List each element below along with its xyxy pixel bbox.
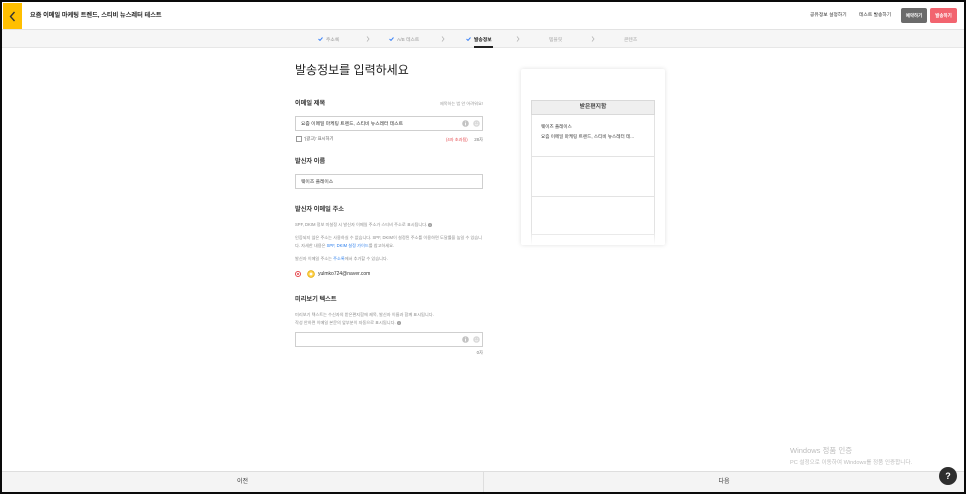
sender-name-input[interactable] xyxy=(295,174,483,189)
subject-tips-link[interactable]: 제목하는 법 안 어려워요! xyxy=(383,101,483,107)
inbox-message-row: 웨이즈 플레이스 요즘 이메일 마케팅 트렌드, 스티비 뉴스레터 테... xyxy=(531,115,655,157)
share-settings-link[interactable]: 공유정보 설정하기 xyxy=(810,11,847,21)
windows-activation-title: Windows 정품 인증 xyxy=(790,446,853,455)
preview-text-description-line2: 작성 안하면 이메일 본문의 앞부분이 자동으로 표시됩니다. xyxy=(295,319,483,327)
step-label: 주소록 xyxy=(326,37,340,43)
back-button[interactable] xyxy=(3,3,22,29)
check-icon xyxy=(389,37,394,41)
inbox-preview-card: 받은편지함 웨이즈 플레이스 요즘 이메일 마케팅 트렌드, 스티비 뉴스레터 … xyxy=(521,69,665,245)
check-icon xyxy=(466,37,471,41)
step-label: 템플릿 xyxy=(549,37,563,43)
preview-text-char-count: 0자 xyxy=(476,350,483,355)
subject-length-warning: (4자 초과됨) xyxy=(446,137,468,142)
inbox-empty-row xyxy=(531,157,655,197)
campaign-title: 요즘 이메일 마케팅 트렌드, 스티비 뉴스레터 테스트 xyxy=(30,12,162,19)
chevron-left-icon xyxy=(9,11,16,21)
verified-icon xyxy=(307,270,315,278)
preview-text-label: 미리보기 텍스트 xyxy=(295,296,337,303)
info-icon[interactable] xyxy=(462,120,469,127)
step-ab-test[interactable]: A/B 테스트 xyxy=(389,33,419,45)
schedule-button[interactable]: 예약하기 xyxy=(901,8,927,23)
info-icon[interactable] xyxy=(396,320,401,325)
sender-email-auth-description: 인증되지 않은 주소는 사용하실 수 없습니다. SPF, DKIM이 설정된 … xyxy=(295,234,483,250)
auth-description-tail: 를 참고하세요. xyxy=(368,243,395,248)
inbox-preview: 받은편지함 웨이즈 플레이스 요즘 이메일 마케팅 트렌드, 스티비 뉴스레터 … xyxy=(531,100,655,245)
previous-button[interactable]: 이전 xyxy=(2,472,483,492)
step-content[interactable]: 콘텐츠 xyxy=(624,33,637,45)
preview-text-input[interactable] xyxy=(295,332,483,347)
emoji-icon[interactable] xyxy=(473,120,480,127)
preview-text-description-text: 작성 안하면 이메일 본문의 앞부분이 자동으로 표시됩니다. xyxy=(295,320,396,325)
card-fade xyxy=(521,231,665,245)
step-template[interactable]: 템플릿 xyxy=(549,33,562,45)
emoji-icon[interactable] xyxy=(473,336,480,343)
step-label: A/B 테스트 xyxy=(397,37,420,43)
spf-dkim-guide-link[interactable]: SPF, DKIM 설정 가이드 xyxy=(327,243,369,248)
chevron-right-icon xyxy=(441,36,445,42)
sender-email-notice: SPF, DKIM 정보 미설정 시 발신자 이메일 주소가 스티비 주소로 표… xyxy=(295,222,483,228)
windows-activation-subtitle: PC 설정으로 이동하여 Windows를 정품 인증합니다. xyxy=(790,460,913,466)
top-header: 요즘 이메일 마케팅 트렌드, 스티비 뉴스레터 테스트 공유정보 설정하기 테… xyxy=(2,2,964,30)
check-icon xyxy=(318,37,323,41)
subject-label: 이메일 제목 xyxy=(295,100,326,107)
ad-label-checkbox[interactable] xyxy=(296,136,302,142)
chevron-right-icon xyxy=(591,36,595,42)
sender-email-address[interactable]: yulmko724@naver.com xyxy=(318,271,370,277)
next-button[interactable]: 다음 xyxy=(483,472,964,492)
help-icon[interactable]: ? xyxy=(939,467,957,485)
app-window: 요즘 이메일 마케팅 트렌드, 스티비 뉴스레터 테스트 공유정보 설정하기 테… xyxy=(2,2,964,492)
inbox-empty-row xyxy=(531,197,655,235)
radio-selected-dot xyxy=(296,272,300,276)
add-hint-text: 발신자 이메일 주소는 xyxy=(295,256,334,261)
send-button[interactable]: 발송하기 xyxy=(930,8,957,23)
preview-text-description-line1: 미리보기 텍스트는 수신자의 받은편지함에 제목, 발신자 이름과 함께 표시됩… xyxy=(295,312,434,317)
sender-name-label: 발신자 이름 xyxy=(295,158,326,165)
step-send-info[interactable]: 발송정보 xyxy=(466,33,492,45)
active-step-indicator xyxy=(474,46,493,48)
step-label: 콘텐츠 xyxy=(624,37,638,43)
add-hint-tail: 에서 추가할 수 있습니다. xyxy=(344,256,388,261)
step-label: 발송정보 xyxy=(474,37,492,43)
preview-subject: 요즘 이메일 마케팅 트렌드, 스티비 뉴스레터 테... xyxy=(541,134,635,139)
sender-email-notice-text: SPF, DKIM 정보 미설정 시 발신자 이메일 주소가 스티비 주소로 표… xyxy=(295,222,428,227)
bottom-navigation: 이전 다음 xyxy=(2,471,964,492)
inbox-title: 받은편지함 xyxy=(531,100,655,115)
sender-email-radio[interactable] xyxy=(295,271,301,277)
info-icon[interactable] xyxy=(428,222,433,227)
step-navigation: 주소록 A/B 테스트 발송정보 템플릿 콘텐츠 xyxy=(2,30,964,48)
step-address-book[interactable]: 주소록 xyxy=(318,33,339,45)
page-title: 발송정보를 입력하세요 xyxy=(295,63,409,77)
subject-char-count: 28자 xyxy=(474,137,483,142)
address-book-link[interactable]: 주소록 xyxy=(333,256,345,261)
subject-input[interactable] xyxy=(295,116,483,131)
test-send-link[interactable]: 테스트 발송하기 xyxy=(859,11,891,21)
sender-email-add-hint: 발신자 이메일 주소는 주소록에서 추가할 수 있습니다. xyxy=(295,256,483,262)
ad-label-checkbox-text: '(광고)' 표시하기 xyxy=(304,136,334,141)
chevron-right-icon xyxy=(516,36,520,42)
info-icon[interactable] xyxy=(462,336,469,343)
chevron-right-icon xyxy=(366,36,370,42)
preview-sender: 웨이즈 플레이스 xyxy=(541,124,572,129)
sender-email-label: 발신자 이메일 주소 xyxy=(295,206,344,213)
